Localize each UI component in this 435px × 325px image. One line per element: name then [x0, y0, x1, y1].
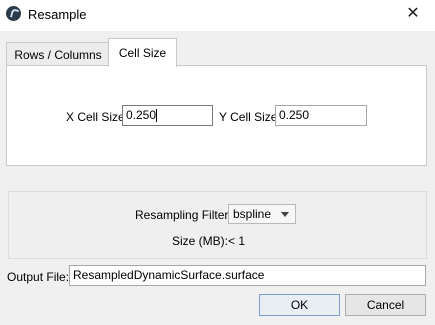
x-cell-size-input[interactable]: 0.250	[122, 105, 213, 126]
y-cell-size-input[interactable]: 0.250	[275, 105, 367, 126]
size-mb-label: Size (MB):	[172, 234, 229, 248]
resampling-filter-label: Resampling Filter:	[135, 208, 232, 222]
tab-cell-size[interactable]: Cell Size	[108, 38, 177, 67]
resampling-filter-value: bspline	[233, 207, 272, 221]
x-cell-size-value: 0.250	[126, 108, 157, 122]
resampling-filter-select[interactable]: bspline	[228, 204, 296, 224]
y-cell-size-label: Y Cell Size	[219, 110, 278, 124]
ok-button[interactable]: OK	[259, 294, 340, 316]
cancel-button[interactable]: Cancel	[345, 294, 426, 316]
close-icon[interactable]: ✕	[399, 2, 427, 26]
output-file-label: Output File:	[7, 270, 70, 284]
window-title: Resample	[28, 7, 87, 22]
chevron-down-icon	[281, 212, 289, 217]
output-file-input[interactable]: ResampledDynamicSurface.surface	[69, 265, 426, 286]
text-caret	[156, 109, 158, 123]
output-file-value: ResampledDynamicSurface.surface	[73, 268, 265, 282]
x-cell-size-label: X Cell Size	[66, 110, 125, 124]
tab-rows-columns[interactable]: Rows / Columns	[6, 42, 110, 66]
y-cell-size-value: 0.250	[279, 108, 310, 122]
size-mb-value: < 1	[228, 234, 246, 248]
title-bar: Resample ✕	[0, 0, 435, 31]
app-logo-icon	[6, 6, 21, 21]
resampling-group	[8, 191, 427, 259]
